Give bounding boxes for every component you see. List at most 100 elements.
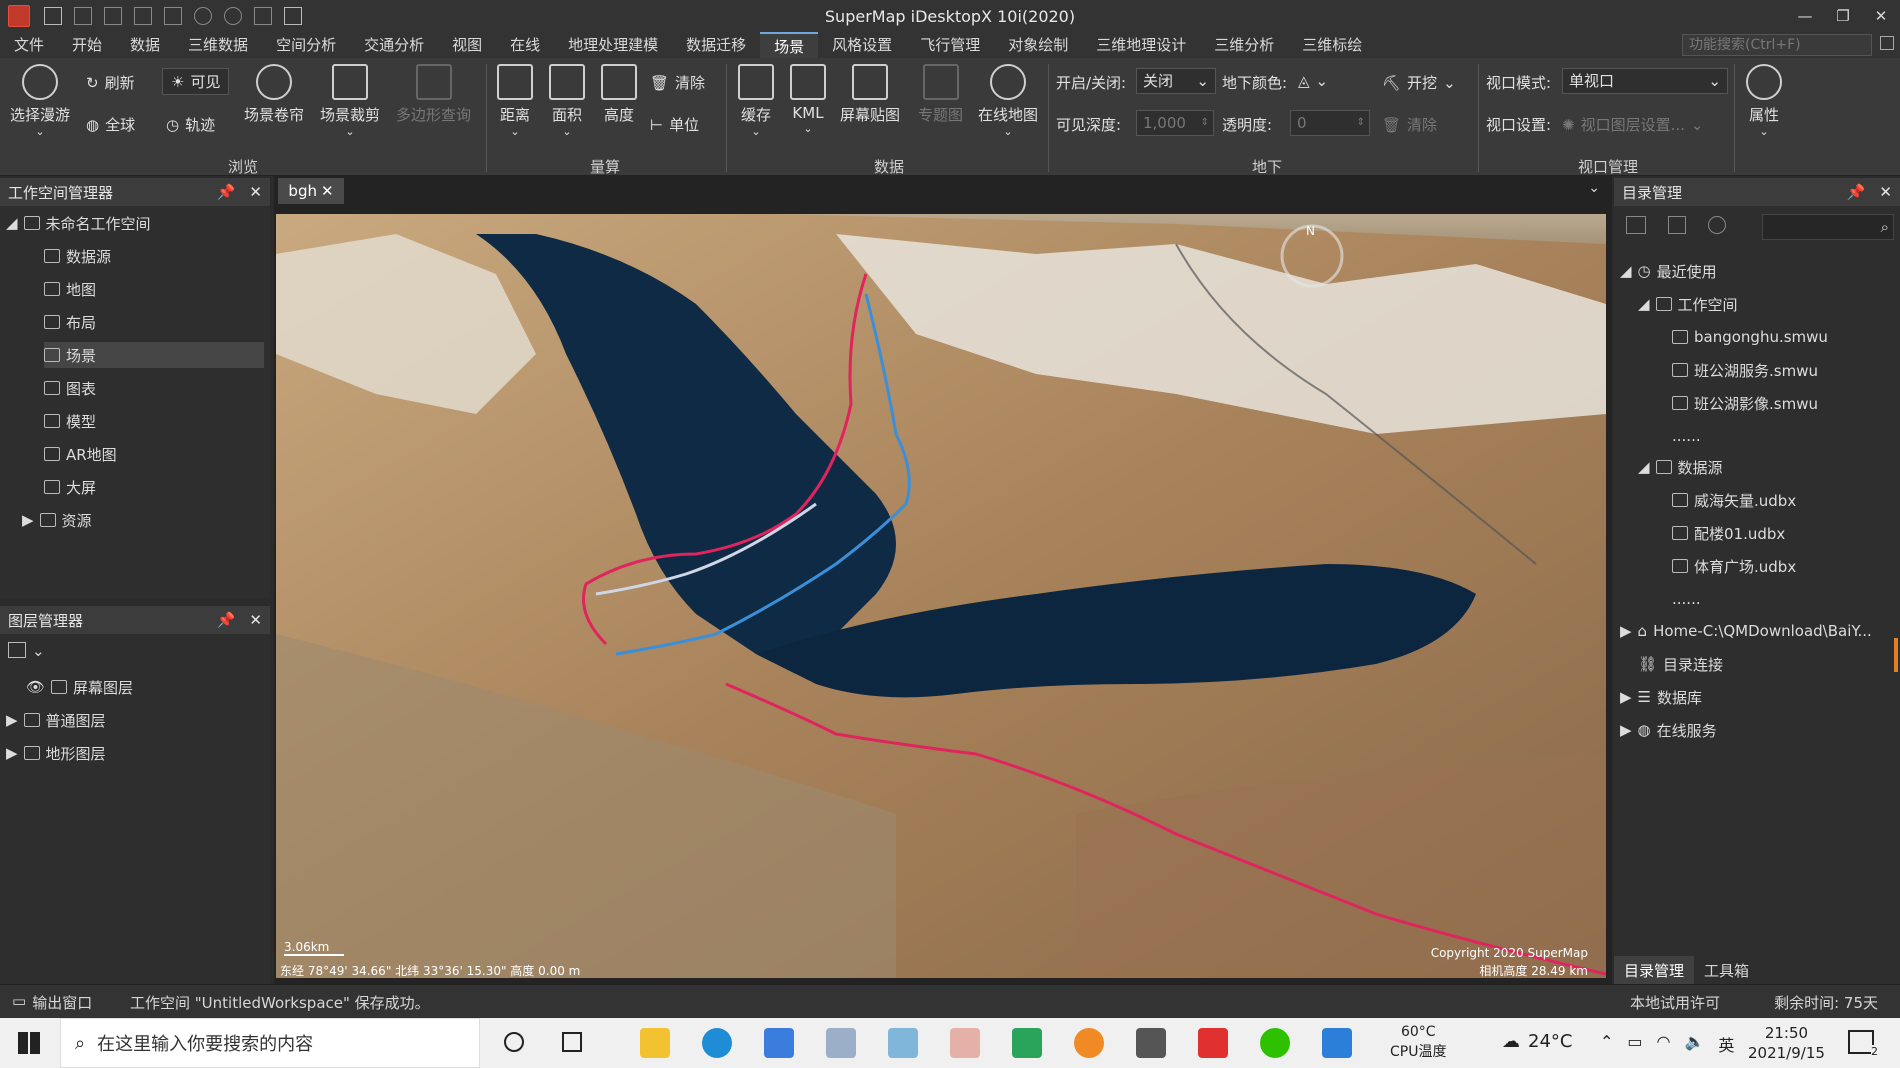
menu-item[interactable]: 视图 <box>438 32 496 58</box>
chevron-up-icon[interactable]: ⌃ <box>1600 1032 1613 1056</box>
workspace-group-node[interactable]: ◢ 工作空间 <box>1638 291 1738 317</box>
menu-item[interactable]: 数据 <box>116 32 174 58</box>
workspace-tree-item[interactable]: ▶ 资源 <box>22 507 92 533</box>
file-explorer-icon[interactable] <box>640 1028 670 1058</box>
zoom-in-icon[interactable] <box>194 7 212 25</box>
volume-icon[interactable]: 🔈 <box>1685 1032 1705 1056</box>
scrollbar-thumb[interactable] <box>1894 638 1898 672</box>
menu-item[interactable]: 在线 <box>496 32 554 58</box>
menu-item[interactable]: 对象绘制 <box>994 32 1082 58</box>
catalog-datasource-item[interactable]: 配楼01.udbx <box>1672 520 1785 546</box>
cache-button[interactable]: 缓存 ⌄ <box>738 64 774 138</box>
search-icon[interactable]: ⌕ <box>1881 218 1889 236</box>
menu-item[interactable]: 数据迁移 <box>672 32 760 58</box>
catalog-datasource-item[interactable]: 体育广场.udbx <box>1672 553 1796 579</box>
menu-item[interactable]: 开始 <box>58 32 116 58</box>
underground-clear-button[interactable]: 🗑 清除 <box>1382 114 1437 135</box>
thematic-map-button[interactable]: 专题图 <box>918 64 963 125</box>
online-map-button[interactable]: 在线地图 ⌄ <box>978 64 1038 138</box>
kml-button[interactable]: KML ⌄ <box>790 64 826 135</box>
layer-options-icon[interactable] <box>8 642 26 658</box>
datasource-group-node[interactable]: ◢ 数据源 <box>1638 454 1723 480</box>
visible-toggle-button[interactable]: ☀ 可见 <box>162 68 230 95</box>
app-icon[interactable] <box>1322 1028 1352 1058</box>
task-view-icon[interactable] <box>562 1032 582 1052</box>
recent-node[interactable]: ◢ ◷ 最近使用 <box>1620 258 1717 284</box>
track-button[interactable]: ◷ 轨迹 <box>166 114 215 135</box>
layer-normal[interactable]: ▶ 普通图层 <box>6 707 106 733</box>
tab-bgh[interactable]: bgh ✕ <box>278 178 344 204</box>
excavate-button[interactable]: ⛏ 开挖 ⌄ <box>1382 72 1456 93</box>
database-node[interactable]: ▶ ☰ 数据库 <box>1620 684 1702 710</box>
viewport-mode-dropdown[interactable]: 单视口 ⌄ <box>1562 68 1728 94</box>
undo-icon[interactable] <box>74 7 92 25</box>
polygon-query-button[interactable]: 多边形查询 <box>396 64 471 125</box>
pan-hand-icon[interactable] <box>164 7 182 25</box>
zoom-out-icon[interactable] <box>224 7 242 25</box>
refresh-icon[interactable] <box>1708 216 1726 234</box>
menu-item[interactable]: 三维数据 <box>174 32 262 58</box>
home-folder-node[interactable]: ▶ ⌂ Home-C:\QMDownload\BaiY... <box>1620 618 1872 644</box>
tab-toolbox[interactable]: 工具箱 <box>1694 956 1759 985</box>
scene-curtain-button[interactable]: 场景卷帘 <box>244 64 304 125</box>
workspace-tree-item[interactable]: AR地图 <box>44 441 117 467</box>
height-button[interactable]: 高度 <box>601 64 637 125</box>
app-icon[interactable] <box>888 1028 918 1058</box>
redo-icon[interactable] <box>104 7 122 25</box>
catalog-workspace-item[interactable]: 班公湖服务.smwu <box>1672 357 1818 383</box>
paint-icon[interactable] <box>950 1028 980 1058</box>
measure-clear-button[interactable]: 🗑 清除 <box>650 72 705 93</box>
windows-start-icon[interactable] <box>18 1032 40 1054</box>
app-icon[interactable] <box>1136 1028 1166 1058</box>
workspace-tree-item[interactable]: 模型 <box>44 408 96 434</box>
catalog-workspace-item[interactable]: bangonghu.smwu <box>1672 324 1828 350</box>
full-extent-icon[interactable] <box>254 7 272 25</box>
battery-icon[interactable]: ▭ <box>1627 1032 1642 1056</box>
photo-viewer-icon[interactable] <box>826 1028 856 1058</box>
close-tab-icon[interactable]: ✕ <box>321 182 334 200</box>
scene-clip-button[interactable]: 场景裁剪 ⌄ <box>320 64 380 138</box>
distance-button[interactable]: 距离 ⌄ <box>497 64 533 138</box>
pointer-icon[interactable] <box>134 7 152 25</box>
onoff-dropdown[interactable]: 关闭 ⌄ <box>1136 68 1216 94</box>
output-window-button[interactable]: ▭ 输出窗口 <box>12 992 92 1013</box>
close-icon[interactable]: ✕ <box>1879 183 1892 201</box>
pin-icon[interactable]: 📌 <box>217 611 236 629</box>
unit-button[interactable]: ⊢ 单位 <box>650 114 699 135</box>
workspace-tree-item[interactable]: 场景 <box>44 342 264 368</box>
restore-button[interactable]: ❐ <box>1824 0 1862 32</box>
notification-center-button[interactable]: 2 <box>1848 1030 1878 1058</box>
ime-indicator[interactable]: 英 <box>1718 1032 1734 1056</box>
menu-item[interactable]: 三维地理设计 <box>1082 32 1200 58</box>
close-icon[interactable]: ✕ <box>249 611 262 629</box>
menu-item[interactable]: 场景 <box>760 32 819 58</box>
delete-icon[interactable] <box>1668 216 1686 234</box>
3d-scene-view[interactable]: N 3.06km 东经 78°49' 34.66" 北纬 33°36' 15.3… <box>276 214 1606 978</box>
opacity-spinner[interactable]: 0 ⇕ <box>1290 110 1370 136</box>
menu-item[interactable]: 地理处理建模 <box>554 32 672 58</box>
workspace-tree-item[interactable]: 图表 <box>44 375 96 401</box>
function-search-input[interactable]: 功能搜索(Ctrl+F) <box>1682 34 1872 56</box>
new-folder-icon[interactable] <box>1626 216 1646 234</box>
menu-item[interactable]: 飞行管理 <box>906 32 994 58</box>
weather-widget[interactable]: ☁ 24°C <box>1502 1031 1572 1052</box>
minimize-button[interactable]: — <box>1786 0 1824 32</box>
tab-catalog[interactable]: 目录管理 <box>1614 956 1695 985</box>
pin-icon[interactable]: 📌 <box>1847 183 1866 201</box>
viewport-layer-settings-dropdown[interactable]: ✺ 视口图层设置... ⌄ <box>1562 114 1703 135</box>
magnifier-app-icon[interactable] <box>1074 1028 1104 1058</box>
depth-spinner[interactable]: 1,000 ⇕ <box>1136 110 1214 136</box>
screen-map-button[interactable]: 屏幕贴图 <box>840 64 900 125</box>
catalog-datasource-item[interactable]: 威海矢量.udbx <box>1672 487 1796 513</box>
online-service-node[interactable]: ▶ ◍ 在线服务 <box>1620 717 1717 743</box>
catalog-datasource-item[interactable]: ...... <box>1672 586 1701 612</box>
catalog-search-input[interactable]: ⌕ <box>1762 214 1894 240</box>
open-folder-icon[interactable] <box>284 7 302 25</box>
tab-list-chevron-icon[interactable]: ⌄ <box>1588 180 1600 196</box>
clock[interactable]: 21:50 2021/9/15 <box>1748 1023 1825 1063</box>
cpu-temperature-widget[interactable]: 60°C CPU温度 <box>1390 1022 1446 1062</box>
collapse-ribbon-icon[interactable] <box>1880 36 1894 50</box>
pin-icon[interactable]: 📌 <box>217 183 236 201</box>
supermap-app-icon[interactable] <box>1198 1028 1228 1058</box>
workspace-tree-item[interactable]: 布局 <box>44 309 96 335</box>
